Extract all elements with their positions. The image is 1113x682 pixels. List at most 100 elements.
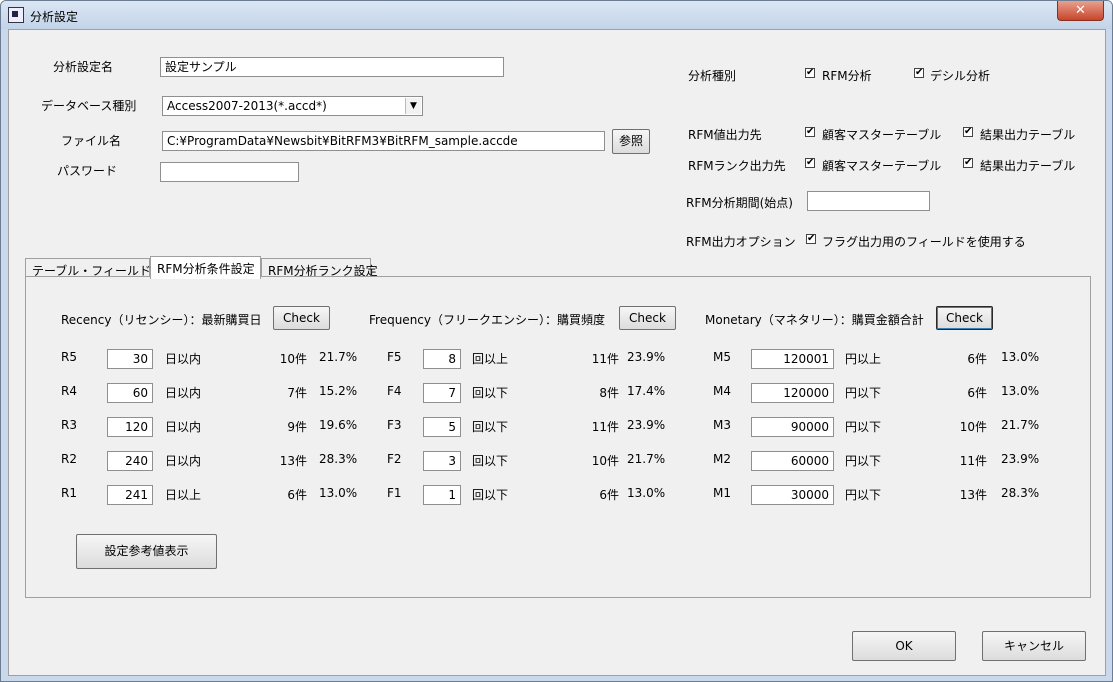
recency-threshold-field[interactable]: 60 — [107, 383, 153, 403]
frequency-unit-label: 回以上 — [472, 352, 509, 366]
frequency-threshold-field[interactable]: 5 — [423, 417, 461, 437]
password-label: パスワード — [57, 164, 118, 178]
recency-unit-label: 日以内 — [165, 352, 202, 366]
recency-percent: 19.6% — [319, 418, 358, 432]
rank-output-label: RFMランク出力先 — [688, 159, 786, 173]
value-master-checkbox[interactable]: ✔ — [805, 127, 815, 137]
option-label: RFM出力オプション — [686, 235, 796, 249]
value-master-label: 顧客マスターテーブル — [822, 128, 942, 142]
monetary-threshold-field[interactable]: 90000 — [751, 417, 834, 437]
recency-header: Recency（リセンシー）：最新購買日 — [61, 313, 262, 327]
frequency-count: 11件 — [591, 352, 619, 366]
window-title: 分析設定 — [30, 10, 79, 24]
value-result-checkbox[interactable]: ✔ — [963, 127, 973, 137]
file-path-field[interactable]: C:¥ProgramData¥Newsbit¥BitRFM3¥BitRFM_sa… — [162, 131, 605, 151]
monetary-unit-label: 円以下 — [845, 488, 882, 502]
recency-rank-label: R1 — [61, 486, 77, 500]
recency-threshold-field[interactable]: 240 — [107, 451, 153, 471]
recency-count: 7件 — [287, 386, 307, 400]
monetary-rank-label: M4 — [713, 384, 731, 398]
recency-count: 9件 — [287, 420, 307, 434]
kind-label: 分析種別 — [688, 69, 737, 83]
ok-button[interactable]: OK — [852, 631, 956, 661]
frequency-percent: 21.7% — [627, 452, 666, 466]
rfm-checkbox[interactable]: ✔ — [805, 68, 815, 78]
recency-percent: 21.7% — [319, 350, 358, 364]
rank-master-label: 顧客マスターテーブル — [822, 159, 942, 173]
tab-rfm-rank[interactable]: RFM分析ランク設定 — [261, 258, 378, 278]
monetary-percent: 28.3% — [1001, 486, 1040, 500]
rank-result-checkbox[interactable]: ✔ — [963, 158, 973, 168]
period-label: RFM分析期間(始点) — [686, 196, 793, 210]
frequency-percent: 13.0% — [627, 486, 666, 500]
value-output-label: RFM値出力先 — [688, 128, 762, 142]
frequency-threshold-field[interactable]: 3 — [423, 451, 461, 471]
password-field[interactable] — [160, 162, 299, 182]
browse-button[interactable]: 参照 — [612, 129, 650, 154]
frequency-rank-label: F2 — [387, 452, 402, 466]
tab-table-field[interactable]: テーブル・フィールド設定 — [25, 258, 175, 278]
cancel-button[interactable]: キャンセル — [982, 631, 1086, 661]
decile-checkbox[interactable]: ✔ — [914, 68, 924, 78]
frequency-unit-label: 回以下 — [472, 454, 509, 468]
app-icon — [8, 7, 24, 23]
monetary-unit-label: 円以上 — [845, 352, 882, 366]
monetary-threshold-field[interactable]: 30000 — [751, 485, 834, 505]
monetary-threshold-field[interactable]: 120001 — [751, 349, 834, 369]
monetary-unit-label: 円以下 — [845, 420, 882, 434]
dbtype-label: データベース種別 — [41, 99, 137, 113]
monetary-header: Monetary（マネタリー）：購買金額合計 — [705, 313, 924, 327]
monetary-count: 10件 — [959, 420, 987, 434]
recency-rank-label: R4 — [61, 384, 77, 398]
tab-rfm-condition[interactable]: RFM分析条件設定 — [150, 256, 261, 279]
recency-check-button[interactable]: Check — [273, 306, 330, 330]
chevron-down-icon[interactable]: ▼ — [405, 98, 421, 114]
frequency-percent: 23.9% — [627, 418, 666, 432]
monetary-unit-label: 円以下 — [845, 454, 882, 468]
recency-threshold-field[interactable]: 120 — [107, 417, 153, 437]
flag-option-checkbox[interactable]: ✔ — [806, 234, 816, 244]
monetary-percent: 13.0% — [1001, 384, 1040, 398]
frequency-threshold-field[interactable]: 7 — [423, 383, 461, 403]
frequency-threshold-field[interactable]: 1 — [423, 485, 461, 505]
decile-checkbox-label: デシル分析 — [930, 69, 991, 83]
recency-percent: 28.3% — [319, 452, 358, 466]
monetary-threshold-field[interactable]: 60000 — [751, 451, 834, 471]
dbtype-value: Access2007-2013(*.accd*) — [167, 99, 327, 113]
flag-option-label: フラグ出力用のフィールドを使用する — [822, 235, 1026, 249]
monetary-count: 6件 — [967, 386, 987, 400]
recency-rank-label: R3 — [61, 418, 77, 432]
frequency-rank-label: F4 — [387, 384, 402, 398]
frequency-threshold-field[interactable]: 8 — [423, 349, 461, 369]
rank-master-checkbox[interactable]: ✔ — [805, 158, 815, 168]
recency-threshold-field[interactable]: 241 — [107, 485, 153, 505]
monetary-rank-label: M5 — [713, 350, 731, 364]
name-label: 分析設定名 — [53, 60, 114, 74]
frequency-unit-label: 回以下 — [472, 386, 509, 400]
monetary-percent: 23.9% — [1001, 452, 1040, 466]
name-field[interactable]: 設定サンプル — [160, 57, 504, 77]
recency-percent: 13.0% — [319, 486, 358, 500]
frequency-count: 8件 — [599, 386, 619, 400]
monetary-percent: 21.7% — [1001, 418, 1040, 432]
monetary-count: 13件 — [959, 488, 987, 502]
file-label: ファイル名 — [61, 134, 122, 148]
period-field[interactable] — [807, 191, 930, 211]
monetary-count: 11件 — [959, 454, 987, 468]
rank-result-label: 結果出力テーブル — [980, 159, 1076, 173]
monetary-check-button[interactable]: Check — [936, 306, 993, 330]
recency-threshold-field[interactable]: 30 — [107, 349, 153, 369]
reference-values-button[interactable]: 設定参考値表示 — [76, 534, 217, 569]
monetary-threshold-field[interactable]: 120000 — [751, 383, 834, 403]
rfm-checkbox-label: RFM分析 — [822, 69, 872, 83]
frequency-unit-label: 回以下 — [472, 420, 509, 434]
dbtype-select[interactable]: Access2007-2013(*.accd*) ▼ — [162, 96, 423, 116]
value-result-label: 結果出力テーブル — [980, 128, 1076, 142]
frequency-count: 11件 — [591, 420, 619, 434]
dialog-body: 分析設定名 設定サンプル データベース種別 Access2007-2013(*.… — [8, 29, 1106, 676]
close-button[interactable]: ✕ — [1057, 1, 1104, 21]
frequency-count: 6件 — [599, 488, 619, 502]
monetary-count: 6件 — [967, 352, 987, 366]
frequency-check-button[interactable]: Check — [619, 306, 676, 330]
frequency-unit-label: 回以下 — [472, 488, 509, 502]
